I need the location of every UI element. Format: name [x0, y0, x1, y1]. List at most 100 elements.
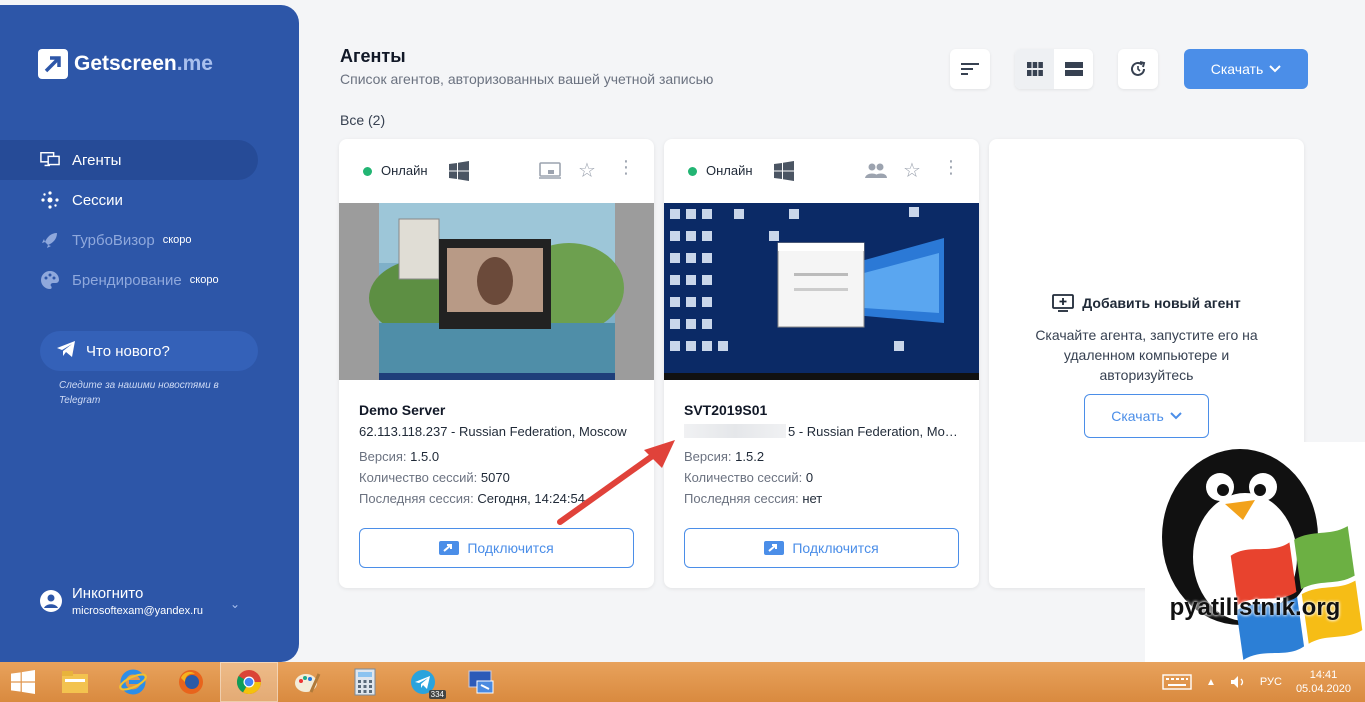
watermark-logo: pyatilistnik.org	[1145, 442, 1365, 662]
palette-icon	[40, 270, 60, 290]
sidebar-item-sessions[interactable]: Сессии	[0, 180, 258, 220]
sidebar-item-branding[interactable]: Брендирование скоро	[0, 260, 258, 300]
sidebar-item-label: Агенты	[72, 151, 122, 169]
filter-all[interactable]: Все (2)	[340, 112, 385, 128]
status-label: Онлайн	[381, 163, 428, 178]
list-view-button[interactable]	[1054, 49, 1093, 89]
file-explorer-icon[interactable]	[46, 662, 104, 702]
remote-desktop-icon[interactable]	[452, 662, 510, 702]
telegram-icon	[56, 340, 76, 362]
calculator-icon[interactable]	[336, 662, 394, 702]
chevron-down-icon[interactable]: ⌄	[230, 597, 240, 611]
language-indicator[interactable]: РУС	[1260, 676, 1282, 688]
sort-icon	[961, 63, 979, 75]
page-title: Агенты	[340, 46, 406, 66]
chrome-icon[interactable]	[220, 662, 278, 702]
redacted-ip	[684, 424, 786, 438]
brand-suffix: .me	[176, 52, 213, 75]
star-icon[interactable]: ☆	[578, 158, 596, 183]
chevron-down-icon	[1269, 65, 1281, 73]
remote-desktop-icon[interactable]	[539, 161, 561, 181]
avatar-icon	[40, 590, 62, 612]
online-status-dot	[688, 167, 697, 176]
sidebar-item-label: ТурбоВизор	[72, 231, 155, 249]
whats-new-label: Что нового?	[86, 342, 170, 360]
grid-icon	[1026, 62, 1043, 76]
view-toggle	[1015, 49, 1093, 89]
windows-icon	[774, 161, 794, 181]
logo[interactable]: Getscreen .me	[38, 49, 213, 79]
user-menu[interactable]: Инкогнито microsoftexam@yandex.ru ⌄	[40, 585, 240, 617]
add-agent-description: Скачайте агента, запустите его на удален…	[1035, 327, 1258, 383]
network-icon	[40, 190, 60, 210]
agent-screen-preview[interactable]	[664, 203, 979, 380]
windows-icon	[449, 161, 469, 181]
sidebar-item-turbovisor[interactable]: ТурбоВизор скоро	[0, 220, 258, 260]
add-agent-download-button[interactable]: Скачать	[1084, 394, 1209, 438]
annotation-arrow	[557, 440, 675, 525]
firefox-icon[interactable]	[162, 662, 220, 702]
download-label: Скачать	[1111, 408, 1164, 424]
refresh-icon	[1131, 61, 1146, 76]
page-subtitle: Список агентов, авторизованных вашей уче…	[340, 71, 714, 87]
sidebar-item-agents[interactable]: Агенты	[0, 140, 258, 180]
system-tray: ▲ РУС 14:41 05.04.2020	[1162, 662, 1351, 702]
more-vertical-icon[interactable]: ⋮	[942, 157, 960, 178]
user-name: Инкогнито	[72, 585, 144, 602]
star-icon[interactable]: ☆	[903, 158, 921, 183]
telegram-taskbar-icon[interactable]: 334	[394, 662, 452, 702]
agent-sessions: Количество сессий: 0	[684, 470, 814, 485]
connect-icon	[764, 541, 785, 555]
users-icon[interactable]	[864, 161, 888, 181]
chevron-down-icon	[1170, 412, 1182, 420]
agent-version: Версия: 1.5.0	[359, 449, 440, 464]
agent-name: Demo Server	[359, 402, 446, 418]
connect-button[interactable]: Подключится	[684, 528, 959, 568]
more-vertical-icon[interactable]: ⋮	[617, 157, 635, 178]
agent-card: Онлайн ☆ ⋮ SVT2019S01 5 - Russian Federa…	[664, 139, 979, 588]
sort-button[interactable]	[950, 49, 990, 89]
clock-date: 05.04.2020	[1295, 683, 1351, 695]
refresh-button[interactable]	[1118, 49, 1158, 89]
download-label: Скачать	[1210, 61, 1264, 77]
volume-icon[interactable]	[1230, 675, 1246, 689]
whats-new-button[interactable]: Что нового?	[40, 331, 258, 371]
download-button[interactable]: Скачать	[1184, 49, 1308, 89]
agent-sessions: Количество сессий: 5070	[359, 470, 510, 485]
clock-time: 14:41	[1309, 669, 1338, 681]
windows-start-icon[interactable]	[0, 662, 46, 702]
connect-button[interactable]: Подключится	[359, 528, 634, 568]
list-icon	[1064, 62, 1083, 76]
status-label: Онлайн	[706, 163, 753, 178]
agent-address: 5 - Russian Federation, Mosc...	[684, 424, 964, 439]
internet-explorer-icon[interactable]	[104, 662, 162, 702]
grid-view-button[interactable]	[1015, 49, 1054, 89]
connect-label: Подключится	[792, 540, 879, 556]
telegram-badge: 334	[428, 690, 446, 699]
watermark-text: pyatilistnik.org	[1169, 594, 1341, 621]
keyboard-icon[interactable]	[1162, 674, 1192, 690]
news-subtitle: Следите за нашими новостями в Telegram	[59, 380, 219, 406]
connect-label: Подключится	[467, 540, 554, 556]
brand-name: Getscreen	[74, 52, 177, 75]
paint-icon[interactable]	[278, 662, 336, 702]
windows-taskbar: 334 ▲ РУС 14:41 05.04.2020	[0, 662, 1365, 702]
sidebar: Getscreen .me Агенты Сессии ТурбоВизор ск…	[0, 5, 299, 662]
chevron-up-icon[interactable]: ▲	[1206, 677, 1216, 688]
online-status-dot	[363, 167, 372, 176]
agent-screen-preview[interactable]	[339, 203, 654, 380]
connect-icon	[439, 541, 460, 555]
soon-badge: скоро	[189, 274, 219, 286]
rocket-icon	[40, 230, 60, 250]
user-email: microsoftexam@yandex.ru	[72, 605, 203, 617]
agent-name: SVT2019S01	[684, 402, 768, 418]
sidebar-item-label: Сессии	[72, 191, 123, 209]
add-agent-title: Добавить новый агент	[989, 294, 1304, 312]
monitor-icon	[40, 150, 60, 170]
agent-last-session: Последняя сессия: нет	[684, 491, 823, 506]
agent-version: Версия: 1.5.2	[684, 449, 765, 464]
add-monitor-icon	[1052, 294, 1075, 312]
soon-badge: скоро	[162, 234, 192, 246]
sidebar-item-label: Брендирование	[72, 271, 182, 289]
clock[interactable]: 14:41 05.04.2020	[1296, 668, 1351, 696]
